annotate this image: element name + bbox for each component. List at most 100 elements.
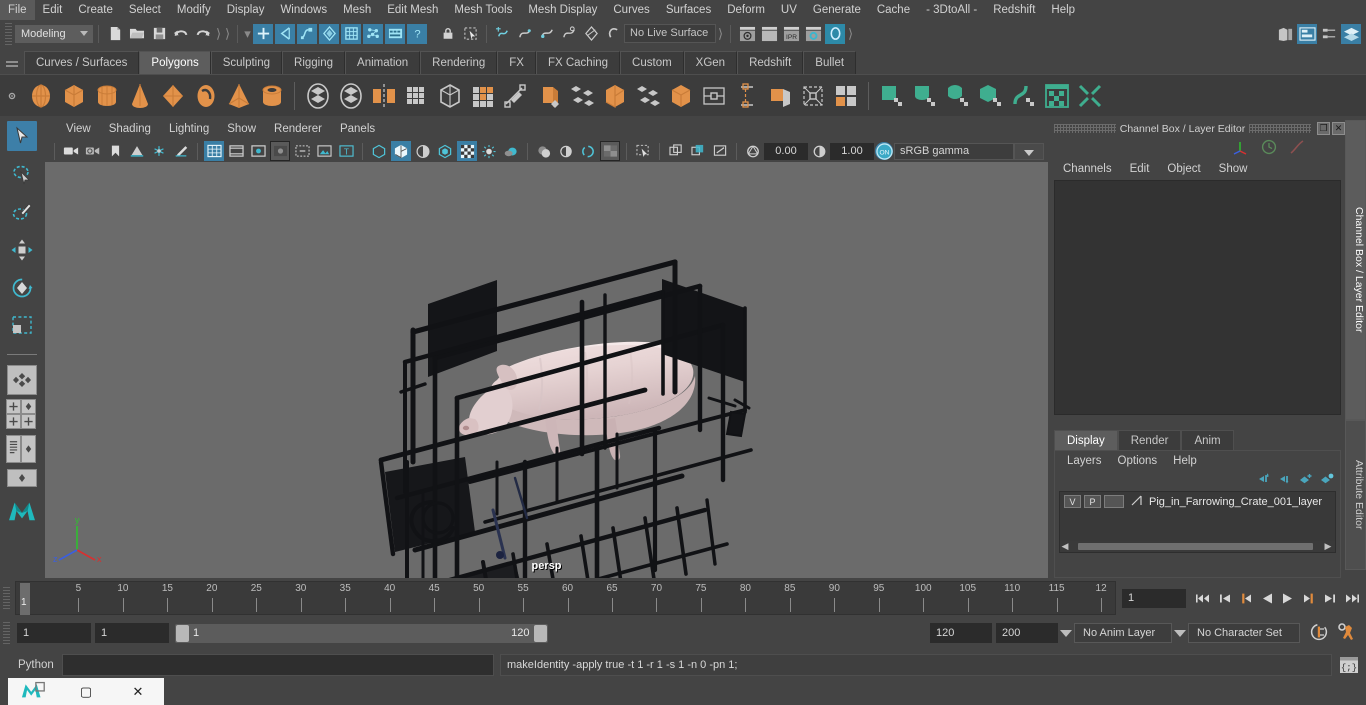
- menu-surfaces[interactable]: Surfaces: [658, 0, 719, 20]
- new-layer-from-selected-icon[interactable]: [1320, 473, 1334, 488]
- layer-name[interactable]: Pig_in_Farrowing_Crate_001_layer: [1149, 496, 1322, 508]
- snap-grid-icon[interactable]: [493, 24, 513, 44]
- poly-cube-icon[interactable]: [57, 77, 90, 115]
- current-frame-field[interactable]: 1: [1122, 588, 1186, 608]
- layer-list-hscrollbar[interactable]: ◀ ▶: [1060, 541, 1335, 552]
- layer-tab-display[interactable]: Display: [1054, 430, 1118, 450]
- channelbox-menu-show[interactable]: Show: [1210, 159, 1257, 179]
- shelf-tab-xgen[interactable]: XGen: [683, 51, 738, 74]
- gamma-field[interactable]: 1.00: [830, 142, 874, 160]
- scrollbar-thumb[interactable]: [1078, 543, 1313, 550]
- pencil-icon[interactable]: [171, 141, 191, 161]
- step-back-keyframe-icon[interactable]: [1215, 588, 1234, 608]
- multisample-icon[interactable]: [578, 141, 598, 161]
- poly-pyramid-icon[interactable]: [222, 77, 255, 115]
- layout-cell[interactable]: [6, 399, 21, 414]
- show-hide-editors-icon[interactable]: [1275, 24, 1295, 44]
- highlight-selection-icon[interactable]: [460, 24, 480, 44]
- layer-menu-help[interactable]: Help: [1165, 451, 1205, 471]
- film-gate-icon[interactable]: [226, 141, 246, 161]
- poly-mirror-icon[interactable]: [367, 77, 400, 115]
- menu-file[interactable]: File: [0, 0, 35, 20]
- time-slider-track[interactable]: 1 5 10 15 20 25 30 35 40 45 50 55 60 65 70 75 80 85 90 95 1…: [15, 581, 1116, 615]
- new-layer-icon[interactable]: [1299, 473, 1313, 488]
- vertical-tab-attribute-editor[interactable]: Attribute Editor: [1345, 420, 1366, 570]
- move-layer-down-icon[interactable]: [1278, 473, 1292, 488]
- select-by-component-icon[interactable]: [297, 23, 317, 44]
- channelbox-menu-channels[interactable]: Channels: [1054, 159, 1121, 179]
- exposure-field[interactable]: 0.00: [764, 142, 808, 160]
- camera-attributes-icon[interactable]: [83, 141, 103, 161]
- menu-uv[interactable]: UV: [773, 0, 805, 20]
- channelbox-menu-object[interactable]: Object: [1158, 159, 1209, 179]
- layer-row[interactable]: V P Pig_in_Farrowing_Crate_001_layer: [1060, 492, 1335, 509]
- attribute-editor-icon[interactable]: [1319, 24, 1339, 44]
- save-scene-icon[interactable]: [149, 24, 169, 44]
- anim-layer-dropdown-arrow[interactable]: [1058, 624, 1074, 643]
- hypershade-icon[interactable]: [825, 23, 845, 44]
- display-textures-icon[interactable]: [710, 141, 730, 161]
- shelf-options-gear-icon[interactable]: [0, 75, 24, 117]
- poly-crease-icon[interactable]: [763, 77, 796, 115]
- render-settings-icon[interactable]: [803, 24, 823, 44]
- snap-point-icon[interactable]: [537, 24, 557, 44]
- menu-generate[interactable]: Generate: [805, 0, 869, 20]
- viewport-menu-lighting[interactable]: Lighting: [160, 119, 218, 139]
- component-grid-icon[interactable]: [341, 23, 361, 44]
- poly-bridge-icon[interactable]: [664, 77, 697, 115]
- uv-planar-icon[interactable]: [875, 77, 908, 115]
- uv-spherical-icon[interactable]: [941, 77, 974, 115]
- menu-mesh-tools[interactable]: Mesh Tools: [446, 0, 520, 20]
- uv-contour-icon[interactable]: [1007, 77, 1040, 115]
- bookmark-icon[interactable]: [105, 141, 125, 161]
- component-help-icon[interactable]: ?: [407, 23, 427, 44]
- lock-selection-icon[interactable]: [438, 24, 458, 44]
- uv-cylindrical-icon[interactable]: [908, 77, 941, 115]
- move-tool[interactable]: [6, 232, 38, 268]
- poly-extract-icon[interactable]: [466, 77, 499, 115]
- clock-icon[interactable]: [1261, 139, 1277, 158]
- motion-blur-icon[interactable]: [556, 141, 576, 161]
- camera-icon[interactable]: [61, 141, 81, 161]
- close-icon[interactable]: ✕: [1332, 122, 1345, 135]
- poly-quaddraw-icon[interactable]: [829, 77, 862, 115]
- step-back-frame-icon[interactable]: [1236, 588, 1255, 608]
- maya-app-icon[interactable]: [8, 680, 60, 703]
- shelf-tab-bullet[interactable]: Bullet: [803, 51, 857, 74]
- menu-deform[interactable]: Deform: [719, 0, 773, 20]
- time-slider-grip[interactable]: [3, 587, 10, 609]
- menu-help[interactable]: Help: [1043, 0, 1083, 20]
- make-live-icon[interactable]: [603, 24, 623, 44]
- menu-set-selector[interactable]: Modeling: [15, 24, 93, 43]
- flat-shade-icon[interactable]: [413, 141, 433, 161]
- layout-cell[interactable]: [21, 435, 36, 463]
- channelbox-menu-edit[interactable]: Edit: [1121, 159, 1159, 179]
- layer-playback-toggle[interactable]: P: [1084, 495, 1101, 508]
- shadows-icon[interactable]: [501, 141, 521, 161]
- command-language-label[interactable]: Python: [0, 659, 62, 671]
- layer-menu-options[interactable]: Options: [1110, 451, 1166, 471]
- poly-cylinder-icon[interactable]: [90, 77, 123, 115]
- color-management-field[interactable]: sRGB gamma: [894, 142, 1014, 160]
- film-origin-icon[interactable]: [292, 141, 312, 161]
- layer-tab-anim[interactable]: Anim: [1181, 430, 1234, 450]
- menu-redshift[interactable]: Redshift: [985, 0, 1043, 20]
- snap-projected-icon[interactable]: [559, 24, 579, 44]
- shelf-grip[interactable]: [0, 50, 24, 74]
- shelf-tab-sculpting[interactable]: Sculpting: [210, 51, 283, 74]
- xray-icon[interactable]: [633, 141, 653, 161]
- undo-icon[interactable]: [171, 24, 191, 44]
- scale-tool[interactable]: [6, 308, 38, 344]
- panel-drag-dots[interactable]: [1054, 124, 1116, 133]
- select-by-hierarchy-icon[interactable]: [253, 23, 273, 44]
- menu-mesh-display[interactable]: Mesh Display: [520, 0, 605, 20]
- outliner-persp-layout[interactable]: [6, 435, 38, 463]
- range-start-handle[interactable]: [176, 624, 189, 642]
- menu-edit-mesh[interactable]: Edit Mesh: [379, 0, 446, 20]
- layout-cell[interactable]: [21, 414, 36, 429]
- image-plane-display-icon[interactable]: [314, 141, 334, 161]
- poly-reduce-icon[interactable]: [433, 77, 466, 115]
- animation-start-field[interactable]: 1: [17, 623, 91, 643]
- perspective-viewport[interactable]: y x z persp: [45, 162, 1048, 578]
- menu-mesh[interactable]: Mesh: [335, 0, 379, 20]
